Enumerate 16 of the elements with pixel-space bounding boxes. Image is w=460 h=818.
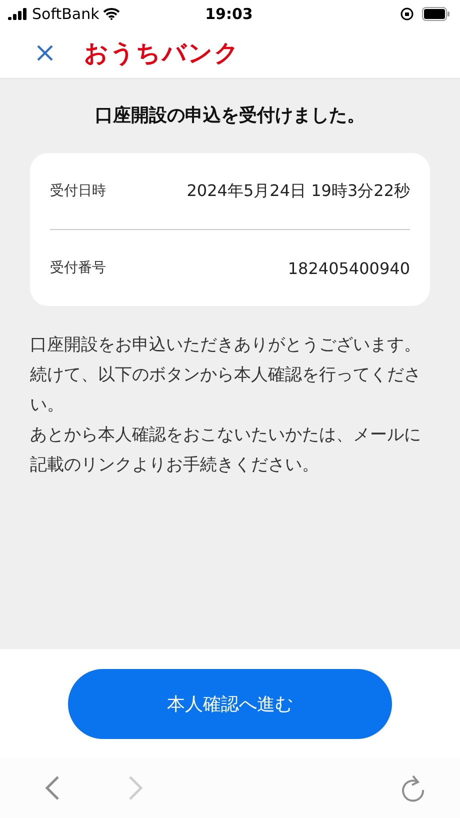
detail-value: 182405400940 bbox=[288, 258, 410, 278]
clock-time: 19:03 bbox=[205, 5, 253, 23]
detail-label: 受付番号 bbox=[50, 259, 106, 277]
proceed-button[interactable]: 本人確認へ進む bbox=[68, 669, 392, 739]
page-title: 口座開設の申込を受付けました。 bbox=[94, 104, 366, 127]
brand-logo: おうちバンク bbox=[84, 38, 240, 69]
detail-value: 2024年5月24日 19時3分22秒 bbox=[186, 180, 410, 202]
message-text: あとから本人確認をおこないたいかたは、メールに記載のリンクよりお手続きください。 bbox=[30, 424, 422, 477]
wifi-icon bbox=[103, 8, 120, 20]
message-text: 続けて、以下のボタンから本人確認を行ってください。 bbox=[30, 364, 422, 417]
carrier-name: SoftBank bbox=[32, 5, 100, 23]
battery-icon bbox=[422, 7, 450, 21]
detail-label: 受付日時 bbox=[50, 182, 106, 200]
message-text: 口座開設をお申込いただきありがとうございます。 bbox=[30, 334, 422, 357]
orientation-lock-icon bbox=[400, 7, 414, 21]
signal-icon bbox=[8, 8, 28, 20]
